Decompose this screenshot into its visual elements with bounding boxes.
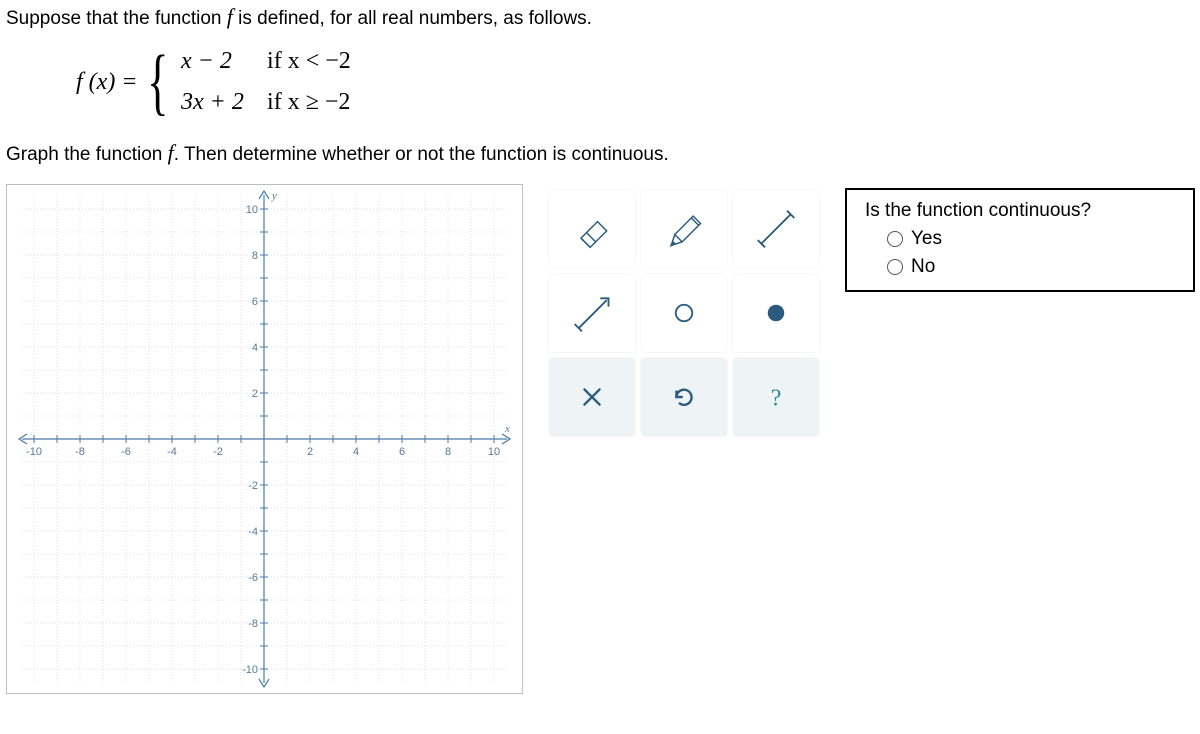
segment-closed-icon — [754, 207, 798, 251]
svg-text:-6: -6 — [121, 446, 131, 458]
closed-point-tool[interactable] — [733, 274, 819, 352]
case2-condition: if x ≥ −2 — [267, 89, 350, 116]
svg-text:?: ? — [771, 386, 782, 410]
tool-palette: ? — [543, 184, 825, 442]
question-prompt: Is the function continuous? — [865, 200, 1177, 222]
intro-text-post: is defined, for all real numbers, as fol… — [233, 8, 592, 29]
case2-expression: 3x + 2 — [181, 89, 251, 116]
svg-text:-6: -6 — [248, 572, 258, 584]
pencil-icon — [662, 207, 706, 251]
help-button[interactable]: ? — [733, 358, 819, 436]
svg-text:10: 10 — [488, 446, 500, 458]
instruction-post: . Then determine whether or not the func… — [174, 144, 669, 165]
coordinate-graph[interactable]: -10 -8 -6 -4 -2 2 4 6 8 10 10 8 6 4 2 -2… — [6, 184, 523, 694]
svg-text:-2: -2 — [213, 446, 223, 458]
svg-text:2: 2 — [252, 388, 258, 400]
option-yes[interactable]: Yes — [887, 228, 1177, 250]
ray-tool[interactable] — [549, 274, 635, 352]
svg-text:6: 6 — [252, 296, 258, 308]
option-no-label: No — [911, 256, 935, 278]
svg-text:-10: -10 — [242, 664, 258, 676]
instruction-pre: Graph the function — [6, 144, 168, 165]
svg-text:10: 10 — [246, 204, 258, 216]
ray-icon — [570, 291, 614, 335]
eraser-icon — [570, 207, 614, 251]
closed-point-icon — [754, 291, 798, 335]
open-point-tool[interactable] — [641, 274, 727, 352]
clear-icon — [579, 384, 605, 410]
undo-icon — [671, 384, 697, 410]
piecewise-cases: x − 2 if x < −2 3x + 2 if x ≥ −2 — [181, 48, 351, 116]
piecewise-definition: f (x) = { x − 2 if x < −2 3x + 2 if x ≥ … — [76, 48, 1194, 116]
svg-text:y: y — [271, 190, 277, 202]
svg-text:8: 8 — [445, 446, 451, 458]
case1-condition: if x < −2 — [267, 48, 351, 75]
undo-button[interactable] — [641, 358, 727, 436]
eraser-tool[interactable] — [549, 190, 635, 268]
brace-icon: { — [147, 52, 168, 112]
svg-text:8: 8 — [252, 250, 258, 262]
open-point-icon — [662, 291, 706, 335]
clear-button[interactable] — [549, 358, 635, 436]
help-icon: ? — [763, 384, 789, 410]
pencil-tool[interactable] — [641, 190, 727, 268]
problem-intro: Suppose that the function f is defined, … — [6, 4, 1194, 30]
svg-text:-4: -4 — [248, 526, 258, 538]
radio-icon — [887, 259, 903, 275]
svg-text:6: 6 — [399, 446, 405, 458]
radio-icon — [887, 231, 903, 247]
segment-closed-tool[interactable] — [733, 190, 819, 268]
problem-instruction: Graph the function f. Then determine whe… — [6, 140, 1194, 166]
svg-text:-8: -8 — [75, 446, 85, 458]
option-yes-label: Yes — [911, 228, 942, 250]
graph-svg: -10 -8 -6 -4 -2 2 4 6 8 10 10 8 6 4 2 -2… — [7, 185, 522, 693]
svg-text:-4: -4 — [167, 446, 177, 458]
svg-text:x: x — [504, 423, 510, 435]
option-no[interactable]: No — [887, 256, 1177, 278]
continuity-question: Is the function continuous? Yes No — [845, 188, 1195, 292]
piecewise-lhs: f (x) = — [76, 69, 138, 96]
svg-text:4: 4 — [353, 446, 359, 458]
intro-text-pre: Suppose that the function — [6, 8, 227, 29]
svg-text:4: 4 — [252, 342, 258, 354]
case1-expression: x − 2 — [181, 48, 251, 75]
svg-text:2: 2 — [307, 446, 313, 458]
svg-text:-8: -8 — [248, 618, 258, 630]
svg-text:-10: -10 — [26, 446, 42, 458]
svg-text:-2: -2 — [248, 480, 258, 492]
